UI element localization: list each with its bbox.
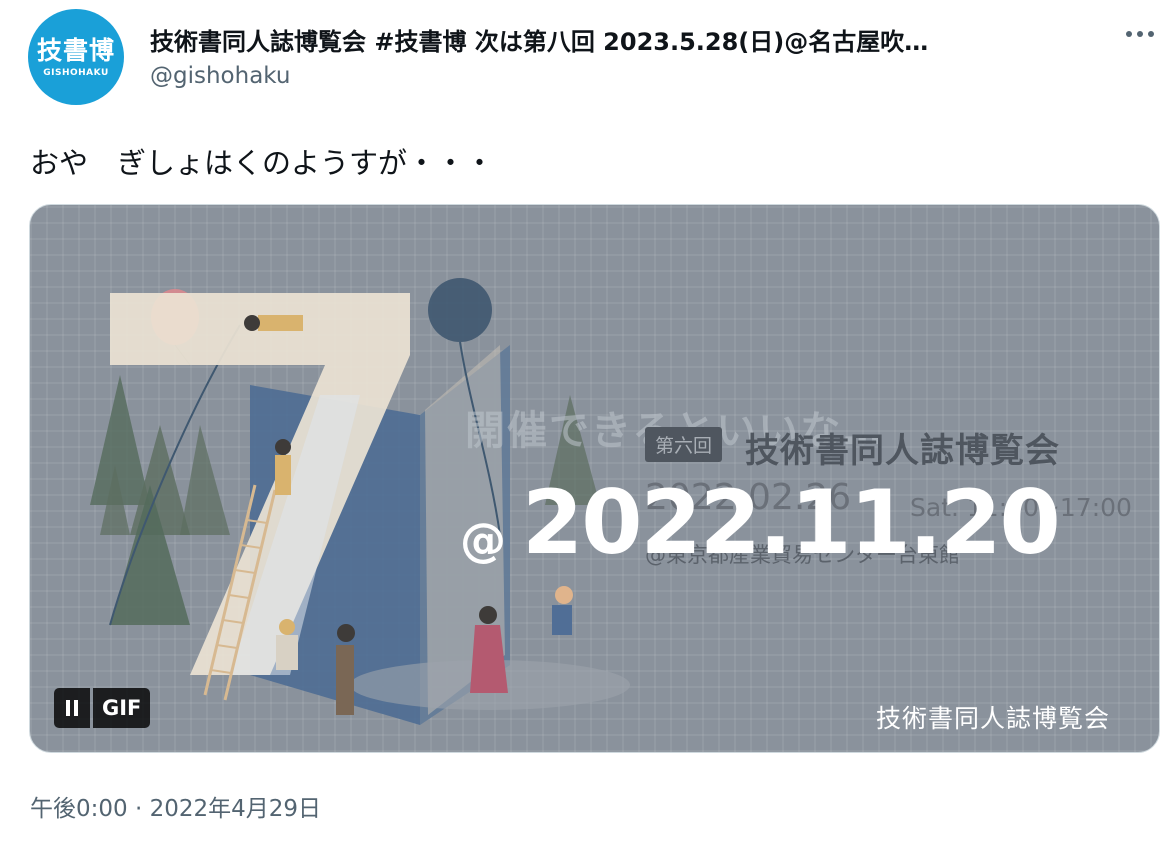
gif-controls: GIF [54,688,151,728]
gif-badge[interactable]: GIF [93,688,151,728]
new-date-at-mark: @ [460,513,506,567]
tweet-text: おや ぎしょはくのようすが・・・ [30,146,495,180]
avatar-logo-subtext: GISHOHAKU [43,68,109,78]
tweet-media-gif[interactable]: 開催できるといいな… 第六回 技術書同人誌博覧会 2022.02.26 Sat.… [29,204,1160,753]
edition-badge: 第六回 [645,427,723,462]
avatar[interactable]: 技書博 GISHOHAKU [28,9,124,105]
tweet-timestamp[interactable]: 午後0:00 · 2022年4月29日 [30,789,321,823]
more-options-button[interactable] [1118,18,1162,50]
pause-icon [66,700,78,716]
author-display-name[interactable]: 技術書同人誌博覧会 #技書博 次は第八回 2023.5.28(日)@名古屋吹… [150,22,1090,57]
author-handle[interactable]: @gishohaku [150,63,290,89]
more-horizontal-icon [1126,31,1154,37]
avatar-logo-text: 技書博 [36,36,115,65]
new-event-date: 2022.11.20 [522,471,1061,574]
pause-button[interactable] [54,688,90,728]
event-title: 技術書同人誌博覧会 [745,431,1060,471]
media-watermark: 技術書同人誌博覧会 [876,704,1111,733]
